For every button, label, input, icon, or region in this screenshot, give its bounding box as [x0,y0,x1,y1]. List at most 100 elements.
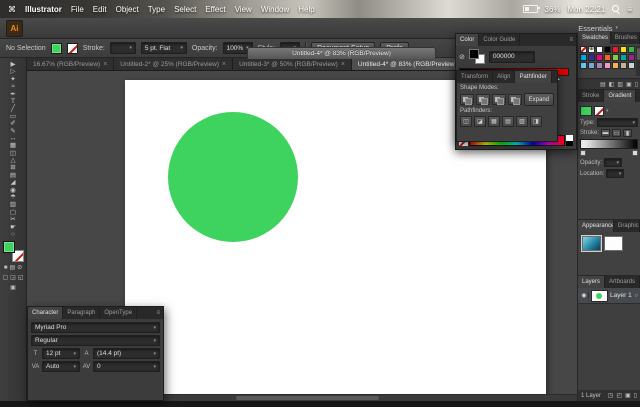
tab-opentype[interactable]: OpenType [100,307,138,319]
font-family-dropdown[interactable]: Myriad Pro ▾ [31,322,160,333]
tab-swatches[interactable]: Swatches [578,32,611,44]
gradient-stop[interactable] [580,150,586,156]
gradient-within-stroke-icon[interactable]: ▬ [601,129,611,137]
menu-item-window[interactable]: Window [261,5,289,14]
swatch[interactable] [628,46,635,53]
menu-item-effect[interactable]: Effect [205,5,225,14]
close-tab-icon[interactable]: × [103,61,107,68]
swatch[interactable] [596,46,603,53]
swatch-none[interactable] [580,46,587,53]
gradient-stop[interactable] [632,150,638,156]
make-clipping-mask-icon[interactable]: ◳ [608,392,614,399]
swatch[interactable] [620,62,627,69]
green-circle-object[interactable] [168,112,298,242]
swatch[interactable] [604,54,611,61]
draw-behind-mode-icon[interactable]: ◲ [10,275,16,282]
mesh-tool[interactable]: ⊞ [0,164,26,171]
gradient-slider[interactable] [580,139,638,149]
new-layer-icon[interactable]: ▣ [625,392,631,399]
swatch[interactable] [580,62,587,69]
tab-gradient[interactable]: Gradient [604,90,637,102]
swatch[interactable] [620,46,627,53]
layer-row[interactable]: ◉ Layer 1 ○ [578,288,640,304]
gradient-opacity-field[interactable]: ▾ [604,158,623,167]
menu-item-type[interactable]: Type [148,5,165,14]
gradient-along-stroke-icon[interactable]: ▭ [612,129,622,137]
close-tab-icon[interactable]: × [341,61,345,68]
tab-artboards[interactable]: Artboards [605,276,640,288]
pathfinder-divide-button[interactable]: ◫ [460,116,472,127]
column-graph-tool[interactable]: ▥ [0,201,26,208]
swatch[interactable] [596,54,603,61]
gradient-button[interactable]: ▤ [9,265,15,272]
stroke-color-swatch[interactable] [66,42,78,54]
delete-layer-icon[interactable]: ▯ [634,392,637,399]
swatch[interactable] [604,62,611,69]
swatch[interactable] [628,54,635,61]
line-segment-tool[interactable]: ╱ [0,105,26,112]
gradient-across-stroke-icon[interactable]: ▮ [623,129,633,137]
tab-brushes[interactable]: Brushes [611,32,640,44]
tab-paragraph[interactable]: Paragraph [63,307,101,319]
tab-align[interactable]: Align [493,71,516,83]
document-tab-3[interactable]: Untitled-3* @ 50% (RGB/Preview) × [233,58,352,70]
tracking-field[interactable]: 0 ▾ [93,361,160,372]
tab-layers[interactable]: Layers [578,276,605,288]
pen-tool[interactable]: ✒ [0,91,26,98]
brush-definition-dropdown[interactable]: 5 pt. Flat ▾ [140,42,187,54]
swatch-registration[interactable] [588,46,595,53]
screen-mode-icon[interactable]: ▣ [10,285,16,292]
menu-item-select[interactable]: Select [174,5,196,14]
spectrum-white-black[interactable] [566,135,573,146]
swatch[interactable] [588,62,595,69]
layer-name[interactable]: Layer 1 [610,292,632,299]
direct-selection-tool[interactable]: ▷ [0,68,26,75]
fill-color-swatch[interactable] [50,42,62,54]
none-color-icon[interactable]: ⊘ [459,53,465,61]
swatch[interactable] [620,54,627,61]
shape-mode-exclude-button[interactable] [507,94,522,105]
swatch-libraries-icon[interactable]: ▤ [600,81,606,88]
panel-menu-icon[interactable]: ≡ [153,307,163,319]
artboard-tool[interactable]: ▢ [0,209,26,216]
style-thumbnail[interactable] [604,236,623,251]
swatch[interactable] [628,62,635,69]
swatch[interactable] [580,54,587,61]
tab-stroke[interactable]: Stroke [578,90,605,102]
shape-mode-minus-front-button[interactable] [475,94,490,105]
pathfinder-trim-button[interactable]: ◪ [474,116,486,127]
floating-window-title[interactable]: Untitled-4* @ 83% (RGB/Preview) [247,47,436,59]
hex-value-field[interactable]: 000000 [488,50,535,63]
none-button[interactable]: ⊘ [17,265,22,272]
close-tab-icon[interactable]: × [222,61,226,68]
pathfinder-outline-button[interactable]: ▧ [516,116,528,127]
tab-graphic-styles[interactable]: Graphic [614,220,640,232]
tab-color-guide[interactable]: Color Guide [479,34,521,46]
battery-icon[interactable] [522,5,540,13]
document-tab-4-active[interactable]: Untitled-4* @ 83% (RGB/Preview) × [351,58,471,70]
swatch[interactable] [612,54,619,61]
slice-tool[interactable]: ✂ [0,216,26,223]
spotlight-icon[interactable] [612,5,620,13]
fill-proxy-black[interactable] [468,49,479,59]
zoom-tool[interactable]: ○ [0,231,26,238]
tab-appearance[interactable]: Appearance [578,220,614,232]
new-sublayer-icon[interactable]: ◰ [616,392,622,399]
font-style-dropdown[interactable]: Regular ▾ [31,335,160,346]
swatch[interactable] [588,54,595,61]
shape-builder-tool[interactable]: ◫ [0,150,26,157]
scrollbar-thumb[interactable] [236,396,379,400]
pencil-tool[interactable]: ✎ [0,128,26,135]
tab-transform[interactable]: Transform [457,71,494,83]
notification-center-icon[interactable]: ≡ [627,5,632,14]
swatch[interactable] [612,46,619,53]
draw-normal-mode-icon[interactable]: ▢ [2,275,8,282]
eyedropper-tool[interactable]: ◢ [0,179,26,186]
fill-proxy[interactable] [2,241,15,254]
tab-character[interactable]: Character [28,307,64,319]
menu-item-view[interactable]: View [235,5,252,14]
menu-item-illustrator[interactable]: Illustrator [25,5,62,14]
layer-thumbnail[interactable] [591,289,608,302]
draw-inside-mode-icon[interactable]: ◱ [18,275,24,282]
blend-tool[interactable]: ◉ [0,187,26,194]
